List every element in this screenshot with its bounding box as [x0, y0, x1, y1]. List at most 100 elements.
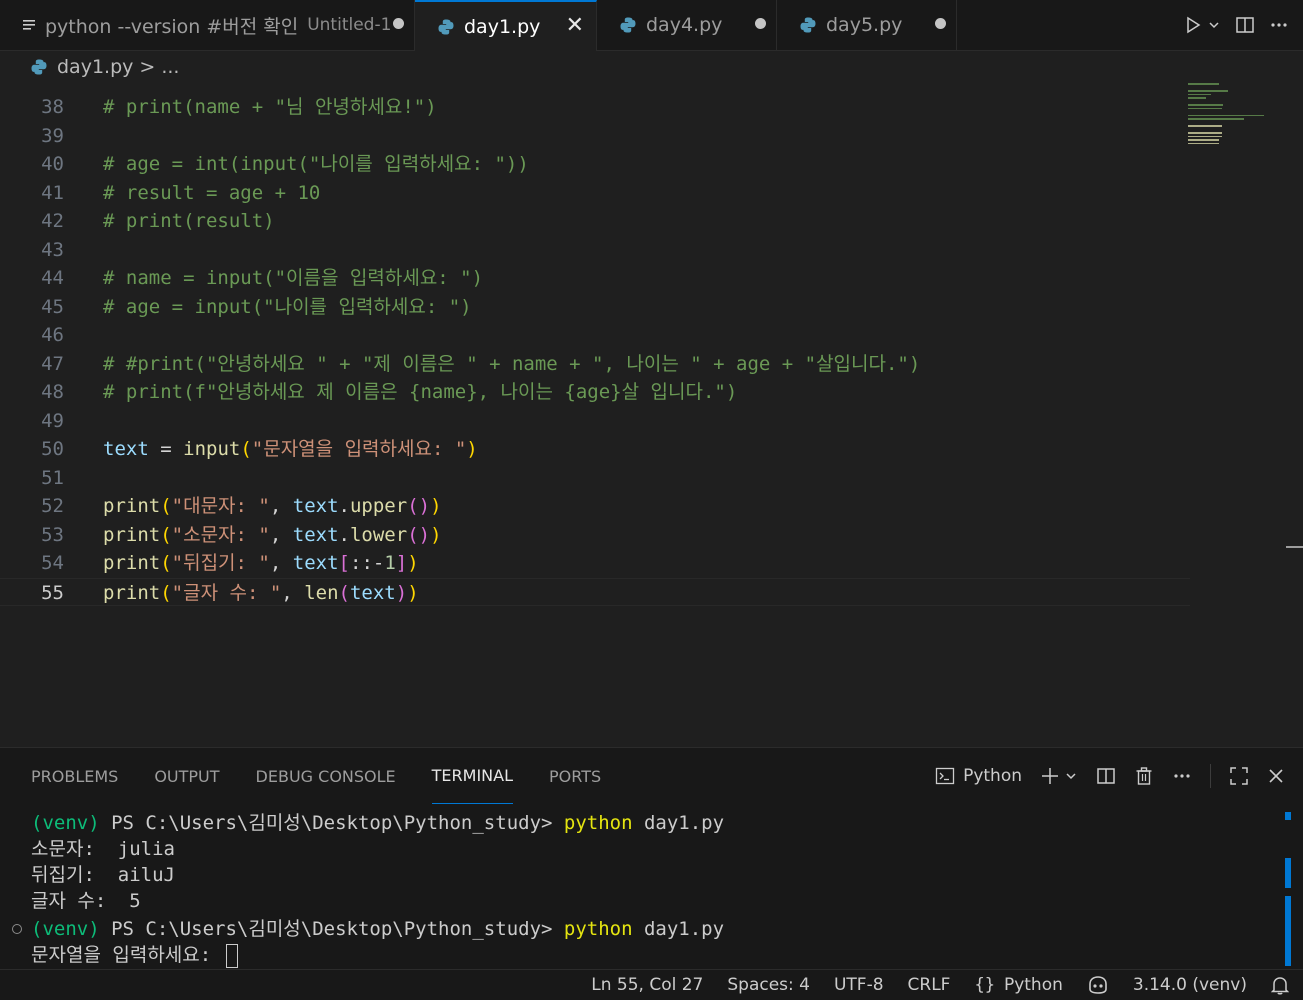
more-actions-icon[interactable]: [1269, 15, 1289, 35]
bell-icon[interactable]: [1271, 975, 1289, 995]
line-number: 42: [41, 210, 64, 232]
tab-debug-console[interactable]: DEBUG CONSOLE: [256, 748, 396, 804]
minimap-line: [1188, 93, 1211, 95]
terminal-line: 글자 수: 5: [31, 890, 141, 912]
code-line[interactable]: 40 # age = int(input("나이를 입력하세요: ")): [0, 150, 1190, 179]
minimap[interactable]: [1188, 83, 1288, 203]
line-number: 41: [41, 181, 64, 204]
editor-actions: [1183, 0, 1303, 50]
tab-untitled-1[interactable]: python --version #버전 확인 Untitled-1: [0, 0, 415, 50]
plus-icon: [1042, 768, 1058, 784]
python-icon: [799, 16, 817, 34]
code-line[interactable]: 43: [0, 236, 1190, 265]
code-line[interactable]: 49: [0, 407, 1190, 436]
unsaved-dot-icon[interactable]: [755, 18, 766, 29]
cursor-position[interactable]: Ln 55, Col 27: [591, 975, 703, 995]
line-number: 52: [41, 495, 64, 517]
code-line[interactable]: 39: [0, 122, 1190, 151]
minimap-line: [1188, 97, 1206, 99]
python-interpreter[interactable]: 3.14.0 (venv): [1133, 975, 1247, 995]
line-number: 49: [41, 409, 64, 432]
code-line[interactable]: 46: [0, 321, 1190, 350]
code-editor[interactable]: 38 # print(name + "님 안녕하세요!") 39 40 # age = …: [0, 83, 1303, 746]
line-number: 51: [41, 466, 64, 489]
terminal-profile-label: Python: [963, 766, 1022, 786]
breadcrumb-file[interactable]: day1.py: [57, 56, 133, 78]
tab-label: day4.py: [646, 14, 723, 36]
line-number: 38: [41, 96, 64, 118]
line-text: # print(f"안녕하세요 제 이름은 {name}, 나이는 {age}살…: [103, 381, 738, 403]
chevron-down-icon: [1066, 773, 1076, 780]
code-line[interactable]: 41 # result = age + 10: [0, 179, 1190, 208]
minimap-line: [1188, 104, 1223, 106]
code-line[interactable]: 52 print("대문자: ", text.upper()): [0, 492, 1190, 521]
python-icon: [30, 58, 48, 76]
code-line[interactable]: 45 # age = input("나이를 입력하세요: "): [0, 293, 1190, 322]
line-text: print("대문자: ", text.upper()): [103, 495, 442, 517]
tab-day1-py[interactable]: day1.py ✕: [415, 0, 597, 51]
run-icon[interactable]: [1183, 15, 1221, 35]
terminal-line: (venv) PS C:\Users\김미성\Desktop\Python_st…: [31, 812, 725, 834]
line-number: 47: [41, 352, 64, 375]
line-number: 46: [41, 324, 64, 346]
tab-terminal[interactable]: TERMINAL: [431, 748, 514, 804]
minimap-line: [1188, 107, 1222, 109]
split-terminal-icon[interactable]: [1096, 766, 1116, 786]
code-line[interactable]: 55 print("글자 수: ", len(text)): [0, 577, 1190, 606]
editor-scrollbar-marker: [1286, 546, 1303, 548]
breadcrumb-symbols[interactable]: ...: [161, 56, 179, 78]
breadcrumb: day1.py > ...: [0, 51, 1303, 83]
tab-day4-py[interactable]: day4.py: [597, 0, 777, 50]
split-editor-icon[interactable]: [1235, 15, 1255, 35]
more-actions-icon[interactable]: [1172, 766, 1192, 786]
line-text: text = input("문자열을 입력하세요: "): [103, 438, 478, 460]
terminal-profile-button[interactable]: Python: [935, 766, 1022, 786]
python-icon: [619, 16, 637, 34]
terminal-cursor: [225, 943, 238, 968]
terminal-scrollbar[interactable]: [1285, 806, 1291, 966]
terminal-icon: [935, 767, 955, 785]
code-line[interactable]: 51: [0, 464, 1190, 493]
tab-problems[interactable]: PROBLEMS: [31, 748, 118, 804]
trash-icon[interactable]: [1134, 766, 1154, 786]
new-terminal-button[interactable]: [1040, 766, 1078, 786]
minimap-line: [1188, 114, 1264, 116]
tab-output[interactable]: OUTPUT: [154, 748, 219, 804]
code-line[interactable]: 54 print("뒤집기: ", text[::-1]): [0, 549, 1190, 578]
code-line[interactable]: 38 # print(name + "님 안녕하세요!"): [0, 93, 1190, 122]
tab-ports[interactable]: PORTS: [549, 748, 601, 804]
copilot-icon[interactable]: [1087, 975, 1109, 995]
close-icon[interactable]: ✕: [566, 13, 584, 38]
list-icon: [22, 18, 36, 32]
tab-description: Untitled-1: [307, 15, 392, 35]
encoding[interactable]: UTF-8: [834, 975, 884, 995]
code-line[interactable]: 47 # #print("안녕하세요 " + "제 이름은 " + name + …: [0, 350, 1190, 379]
unsaved-dot-icon[interactable]: [935, 18, 946, 29]
unsaved-dot-icon[interactable]: [393, 18, 404, 29]
terminal-line: 문자열을 입력하세요:: [31, 942, 238, 968]
python-icon: [437, 18, 455, 36]
code-line[interactable]: 50 text = input("문자열을 입력하세요: "): [0, 435, 1190, 464]
language-mode[interactable]: {} Python: [974, 975, 1062, 995]
terminal-output[interactable]: (venv) PS C:\Users\김미성\Desktop\Python_st…: [0, 806, 1280, 970]
line-text: # age = int(input("나이를 입력하세요: ")): [103, 153, 529, 175]
code-line[interactable]: 42 # print(result): [0, 207, 1190, 236]
minimap-line: [1188, 83, 1220, 85]
code-line[interactable]: 53 print("소문자: ", text.lower()): [0, 521, 1190, 550]
end-of-line[interactable]: CRLF: [908, 975, 951, 995]
tab-day5-py[interactable]: day5.py: [777, 0, 957, 50]
minimap-line: [1188, 142, 1220, 144]
command-decoration-icon[interactable]: [12, 924, 22, 934]
maximize-panel-icon[interactable]: [1229, 766, 1249, 786]
panel-actions: Python: [935, 748, 1303, 804]
line-text: # result = age + 10: [103, 181, 321, 204]
tab-label: python --version #버전 확인: [45, 15, 299, 38]
terminal-line: (venv) PS C:\Users\김미성\Desktop\Python_st…: [31, 918, 725, 940]
code-line[interactable]: 44 # name = input("이름을 입력하세요: "): [0, 264, 1190, 293]
close-panel-icon[interactable]: [1267, 767, 1285, 785]
code-line[interactable]: 48 # print(f"안녕하세요 제 이름은 {name}, 나이는 {age…: [0, 378, 1190, 407]
minimap-line: [1188, 139, 1220, 141]
indentation[interactable]: Spaces: 4: [727, 975, 810, 995]
status-bar: Ln 55, Col 27 Spaces: 4 UTF-8 CRLF {} Py…: [0, 969, 1303, 1000]
line-text: print("소문자: ", text.lower()): [103, 523, 442, 546]
